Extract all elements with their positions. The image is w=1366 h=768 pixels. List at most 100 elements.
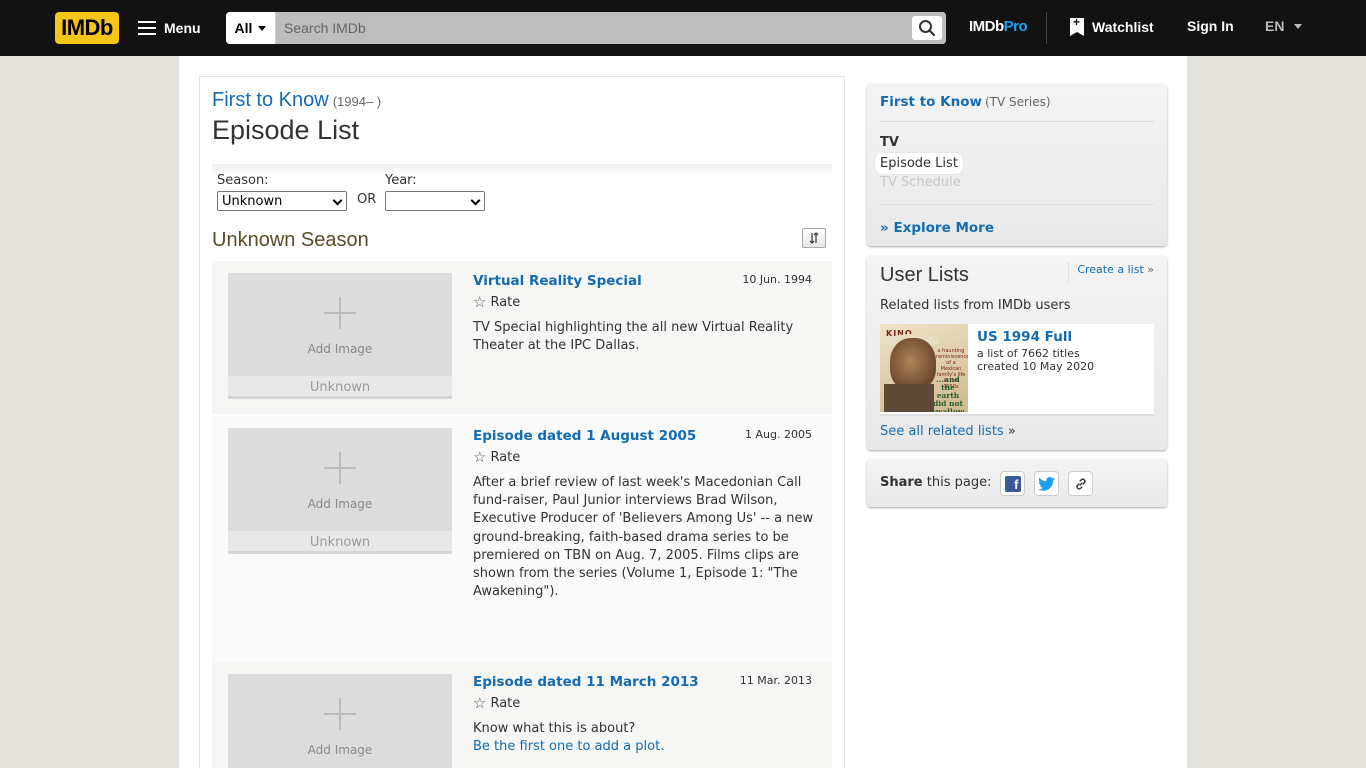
- twitter-icon: [1038, 476, 1055, 491]
- plus-icon: [324, 698, 356, 730]
- copy-link-button[interactable]: [1068, 471, 1093, 496]
- rate-label: Rate: [490, 295, 521, 310]
- see-all-lists-link[interactable]: See all related lists »: [880, 424, 1016, 439]
- user-lists-heading: User Lists: [880, 264, 969, 286]
- chevron-down-icon: [332, 195, 343, 206]
- list-count: a list of 7662 titles: [977, 347, 1080, 360]
- see-all-arrow: »: [1007, 424, 1016, 439]
- episode-list-panel: First to Know (1994– ) Episode List Seaso…: [199, 76, 845, 768]
- search-category-dropdown[interactable]: All: [226, 12, 276, 44]
- divider: [880, 204, 1154, 205]
- episode-title-link[interactable]: Virtual Reality Special: [473, 273, 642, 289]
- explore-more-label: Explore More: [893, 220, 994, 236]
- add-plot-link[interactable]: Be the first one to add a plot.: [473, 739, 664, 754]
- sidebar-series-title: First to Know (TV Series): [880, 94, 1051, 110]
- rate-label: Rate: [490, 450, 521, 465]
- plus-icon: [324, 452, 356, 484]
- list-name-link[interactable]: US 1994 Full: [977, 329, 1072, 345]
- year-select[interactable]: [385, 191, 485, 211]
- plot-prompt: Know what this is about?: [473, 721, 636, 736]
- search-category-label: All: [234, 20, 253, 36]
- imdb-logo[interactable]: IMDb: [55, 12, 119, 44]
- menu-label: Menu: [164, 20, 201, 36]
- see-all-label: See all related lists: [880, 424, 1004, 439]
- language-dropdown[interactable]: EN: [1265, 18, 1303, 34]
- add-image-placeholder[interactable]: Add Image: [228, 674, 452, 768]
- list-card[interactable]: KINO a haunting reminiscence of a Mexica…: [880, 324, 1154, 416]
- related-lists-text: Related lists from IMDb users: [880, 298, 1071, 313]
- add-image-placeholder[interactable]: Add Image Unknown: [228, 428, 452, 554]
- divider: [880, 121, 1154, 122]
- series-type: (TV Series): [984, 95, 1051, 109]
- top-navigation-bar: IMDb Menu All IMDbPro Watchlist Sign In …: [0, 0, 1366, 56]
- create-list-link[interactable]: Create a list »: [1068, 263, 1154, 283]
- share-widget: Share this page: f: [867, 459, 1167, 507]
- image-caption: Unknown: [309, 380, 371, 395]
- share-label: Share this page:: [880, 475, 991, 490]
- tv-heading: TV: [880, 135, 899, 150]
- rate-button[interactable]: ☆ Rate: [473, 694, 521, 712]
- star-outline-icon: ☆: [473, 694, 487, 712]
- or-label: OR: [357, 192, 377, 207]
- add-image-label: Add Image: [307, 743, 373, 757]
- share-twitter-button[interactable]: [1034, 471, 1059, 496]
- rate-button[interactable]: ☆ Rate: [473, 293, 521, 311]
- list-meta: a list of 7662 titles created 10 May 202…: [977, 347, 1094, 373]
- rate-button[interactable]: ☆ Rate: [473, 448, 521, 466]
- episode-title-link[interactable]: Episode dated 1 August 2005: [473, 428, 696, 444]
- hamburger-icon: [138, 21, 156, 35]
- star-outline-icon: ☆: [473, 293, 487, 311]
- series-title-line: First to Know (1994– ): [212, 89, 381, 112]
- nav-divider: [1046, 12, 1047, 44]
- add-image-placeholder[interactable]: Add Image Unknown: [228, 273, 452, 399]
- season-label: Season:: [217, 173, 269, 188]
- double-chevron-down-icon: »: [880, 220, 889, 236]
- series-title-link[interactable]: First to Know: [212, 89, 329, 111]
- caret-down-icon: [1294, 23, 1303, 29]
- share-rest: this page:: [922, 475, 992, 490]
- episode-title-link[interactable]: Episode dated 11 March 2013: [473, 674, 699, 690]
- sidebar-series-link[interactable]: First to Know: [880, 94, 982, 110]
- caret-down-icon: [258, 25, 267, 31]
- search-button[interactable]: [908, 12, 946, 44]
- share-facebook-button[interactable]: f: [1000, 471, 1025, 496]
- poster-title: ...and the earth did not swallow: [931, 375, 965, 413]
- rate-label: Rate: [490, 696, 521, 711]
- add-image-label: Add Image: [307, 342, 373, 356]
- link-icon: [1075, 478, 1086, 489]
- watchlist-add-icon: [1070, 18, 1084, 36]
- tv-schedule-link: TV Schedule: [880, 175, 961, 190]
- episode-plot: After a brief review of last week's Mace…: [473, 475, 814, 600]
- series-nav-widget: First to Know (TV Series) TV Episode List…: [867, 84, 1167, 246]
- watchlist-button[interactable]: Watchlist: [1070, 18, 1154, 36]
- episode-item: Add Image Unknown Episode dated 1 August…: [212, 416, 832, 662]
- episode-filters: Season: Unknown OR Year:: [212, 164, 832, 214]
- create-list-arrow: »: [1147, 263, 1154, 276]
- episode-airdate: 1 Aug. 2005: [745, 428, 812, 441]
- season-select[interactable]: Unknown: [217, 191, 347, 211]
- sign-in-button[interactable]: Sign In: [1187, 18, 1234, 34]
- sort-icon: [809, 232, 819, 244]
- episode-airdate: 11 Mar. 2013: [739, 674, 812, 687]
- watchlist-label: Watchlist: [1092, 19, 1154, 35]
- star-outline-icon: ☆: [473, 448, 487, 466]
- plus-icon: [324, 297, 356, 329]
- page-title: Episode List: [212, 115, 360, 145]
- list-created: created 10 May 2020: [977, 360, 1095, 373]
- list-poster-image[interactable]: KINO a haunting reminiscence of a Mexica…: [880, 324, 968, 412]
- episode-plot: TV Special highlighting the all new Virt…: [473, 320, 794, 354]
- menu-button[interactable]: Menu: [138, 14, 201, 42]
- language-label: EN: [1265, 18, 1285, 34]
- search-input[interactable]: [276, 12, 908, 44]
- year-label: Year:: [385, 173, 417, 188]
- episode-airdate: 10 Jun. 1994: [742, 273, 812, 286]
- poster-figure-body: [884, 384, 934, 412]
- sort-toggle-button[interactable]: [802, 228, 826, 248]
- explore-more-link[interactable]: » Explore More: [880, 220, 994, 236]
- episode-list-link[interactable]: Episode List: [875, 153, 963, 174]
- create-list-label: Create a list: [1077, 263, 1144, 276]
- imdbpro-pro-text: Pro: [1003, 18, 1028, 35]
- imdbpro-link[interactable]: IMDbPro: [969, 18, 1028, 35]
- add-image-label: Add Image: [307, 497, 373, 511]
- imdbpro-text: IMDb: [969, 18, 1004, 35]
